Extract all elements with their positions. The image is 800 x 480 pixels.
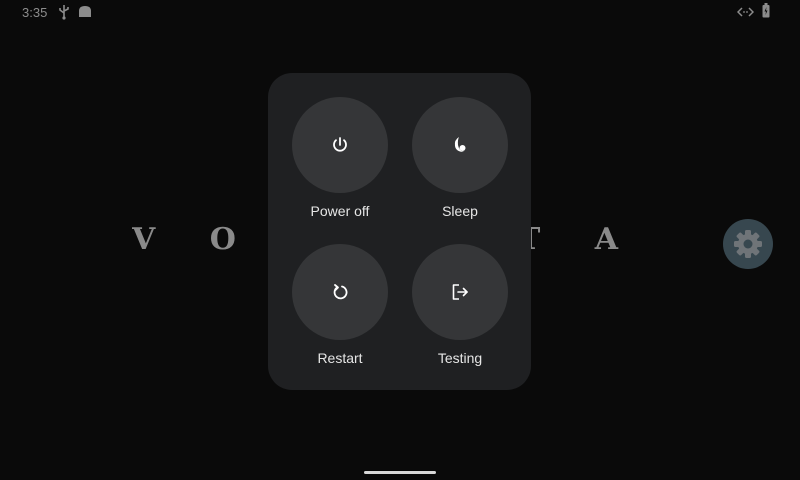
testing-circle[interactable] xyxy=(412,244,508,340)
power-off-label: Power off xyxy=(310,203,370,219)
moon-icon xyxy=(454,137,466,152)
usb-icon xyxy=(59,5,69,20)
data-link-icon xyxy=(737,7,754,17)
power-off-circle[interactable] xyxy=(292,97,388,193)
status-time: 3:35 xyxy=(22,5,48,20)
sleep-label: Sleep xyxy=(442,203,478,219)
power-off-button[interactable]: Power off xyxy=(285,97,395,227)
restart-button[interactable]: Restart xyxy=(285,244,395,374)
home-gesture-bar[interactable] xyxy=(364,471,436,474)
logout-icon xyxy=(452,284,468,300)
settings-button[interactable] xyxy=(723,219,773,269)
testing-label: Testing xyxy=(437,350,483,366)
sleep-circle[interactable] xyxy=(412,97,508,193)
restart-label: Restart xyxy=(317,350,363,366)
status-bar: 3:35 xyxy=(0,0,800,24)
restart-icon xyxy=(333,284,348,300)
battery-charging-icon xyxy=(762,3,770,18)
power-icon xyxy=(333,137,347,152)
screen: 3:35 V O I E N T A xyxy=(0,0,800,480)
restart-circle[interactable] xyxy=(292,244,388,340)
testing-button[interactable]: Testing xyxy=(405,244,515,374)
sleep-button[interactable]: Sleep xyxy=(405,97,515,227)
power-menu-panel: Power off Sleep Restart Testing xyxy=(268,73,531,390)
android-icon xyxy=(79,6,91,17)
gear-icon xyxy=(734,230,762,258)
